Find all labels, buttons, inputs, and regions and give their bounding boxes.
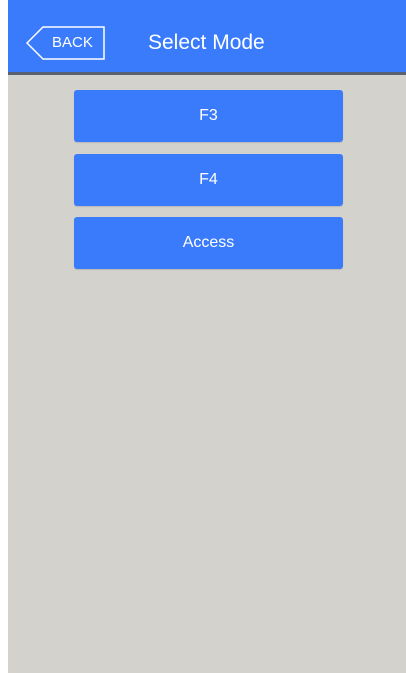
header-divider: [8, 72, 406, 75]
mode-button-access[interactable]: Access: [74, 217, 343, 269]
app-header: BACK Select Mode: [8, 0, 406, 72]
back-button-label: BACK: [52, 34, 93, 51]
page-title: Select Mode: [148, 31, 265, 54]
mode-button-f4[interactable]: F4: [74, 154, 343, 206]
screen: BACK Select Mode F3 F4 Access: [8, 0, 406, 673]
back-button[interactable]: BACK: [26, 26, 106, 60]
mode-button-f3[interactable]: F3: [74, 90, 343, 142]
